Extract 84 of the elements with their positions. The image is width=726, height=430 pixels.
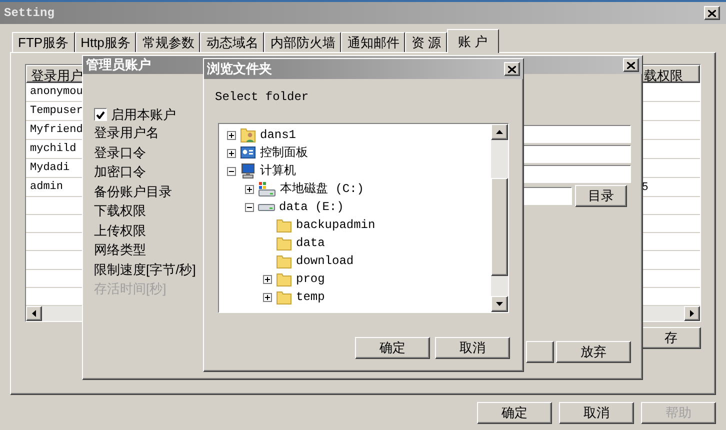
scroll-up-button[interactable] [491, 124, 508, 140]
input-field[interactable] [522, 125, 631, 143]
folder-icon [276, 253, 292, 269]
scroll-down-button[interactable] [491, 296, 508, 312]
close-icon [708, 10, 716, 16]
dialog-title: 管理员账户 [86, 56, 151, 74]
checkbox-label: 启用本账户 [111, 106, 176, 124]
scroll-thumb[interactable] [491, 178, 508, 276]
dialog-button[interactable]: 取消 [559, 402, 634, 424]
ok-button[interactable] [526, 341, 554, 363]
tree-item[interactable]: download [296, 252, 354, 270]
input-field[interactable] [522, 145, 631, 163]
field-label: 加密口令 [94, 163, 147, 181]
tree-item[interactable]: backupadmin [296, 216, 376, 234]
down-arrow-icon [496, 302, 503, 306]
expand-icon[interactable] [245, 184, 254, 194]
user-folder-icon [240, 127, 256, 143]
computer-icon [240, 163, 256, 179]
dialog-button[interactable]: 确定 [355, 337, 430, 359]
tab[interactable]: 资 源 [405, 32, 448, 52]
tab[interactable]: 动态域名 [200, 32, 264, 52]
close-icon [627, 62, 635, 68]
tree-item[interactable]: temp [296, 288, 325, 306]
input-field[interactable] [522, 187, 572, 205]
check-icon [96, 110, 105, 118]
field-label: 备份账户目录 [94, 182, 173, 200]
tab[interactable]: 常规参数 [136, 32, 200, 52]
collapse-icon[interactable] [245, 202, 254, 212]
folder-icon [276, 217, 292, 233]
table-cell-text: admin [29, 180, 64, 195]
scroll-left-button[interactable] [26, 306, 42, 321]
directory-button[interactable]: 目录 [575, 185, 627, 207]
close-button[interactable] [704, 6, 720, 20]
table-cell-text: mychild [29, 142, 78, 157]
vertical-scrollbar[interactable] [491, 124, 508, 312]
dialog-button[interactable]: 确定 [477, 402, 552, 424]
folder-icon [276, 271, 292, 287]
tab[interactable]: Http服务 [74, 32, 136, 52]
tab[interactable]: 内部防火墙 [264, 32, 342, 52]
tree-item[interactable]: data (E:) [279, 198, 344, 216]
discard-button[interactable]: 放弃 [556, 341, 631, 363]
scroll-right-button[interactable] [684, 306, 700, 321]
table-cell-text: anonymou [29, 85, 84, 100]
save-button[interactable]: 存 [641, 327, 701, 349]
expand-icon[interactable] [227, 148, 236, 158]
right-arrow-icon [690, 310, 694, 317]
tab[interactable]: 账 户 [447, 29, 499, 53]
field-label: 下载权限 [94, 202, 147, 220]
drive-icon [258, 181, 276, 197]
expand-icon[interactable] [263, 274, 272, 284]
prompt-text: Select folder [215, 89, 310, 106]
window-title: Setting [4, 5, 54, 22]
field-label: 登录口令 [94, 144, 147, 162]
expand-icon[interactable] [227, 130, 236, 140]
tab[interactable]: 通知邮件 [341, 32, 406, 52]
drive-icon [258, 204, 275, 210]
close-icon [508, 66, 516, 72]
dialog-title: 浏览文件夹 [207, 60, 272, 78]
up-arrow-icon [496, 130, 503, 134]
table-cell-text: Mydadi [29, 161, 71, 176]
table-cell-text: Tempuser [29, 104, 84, 119]
tree-item[interactable]: prog [296, 270, 325, 288]
checkbox[interactable] [94, 108, 107, 121]
folder-icon [276, 235, 292, 251]
tree-item[interactable]: 本地磁盘 (C:) [280, 180, 364, 198]
input-field[interactable] [522, 165, 631, 183]
field-label: 上传权限 [94, 222, 147, 240]
tab[interactable]: FTP服务 [12, 32, 75, 52]
column-header: 载权限 [642, 65, 700, 83]
field-label: 限制速度[字节/秒] [94, 260, 196, 279]
tree-item[interactable]: 计算机 [260, 162, 296, 180]
field-label: 网络类型 [94, 241, 147, 259]
table-cell-text: Myfriend [29, 123, 84, 138]
field-label: 登录用户名 [94, 124, 160, 142]
tree-item[interactable]: dans1 [260, 126, 296, 144]
tree-item[interactable]: data [296, 234, 325, 252]
tree-item[interactable]: 控制面板 [260, 144, 308, 162]
close-button[interactable] [623, 58, 639, 72]
control-panel-icon [240, 145, 256, 161]
dialog-button[interactable]: 取消 [435, 337, 510, 359]
left-arrow-icon [32, 310, 36, 317]
collapse-icon[interactable] [227, 166, 236, 176]
expand-icon[interactable] [263, 292, 272, 302]
close-button[interactable] [504, 62, 520, 76]
